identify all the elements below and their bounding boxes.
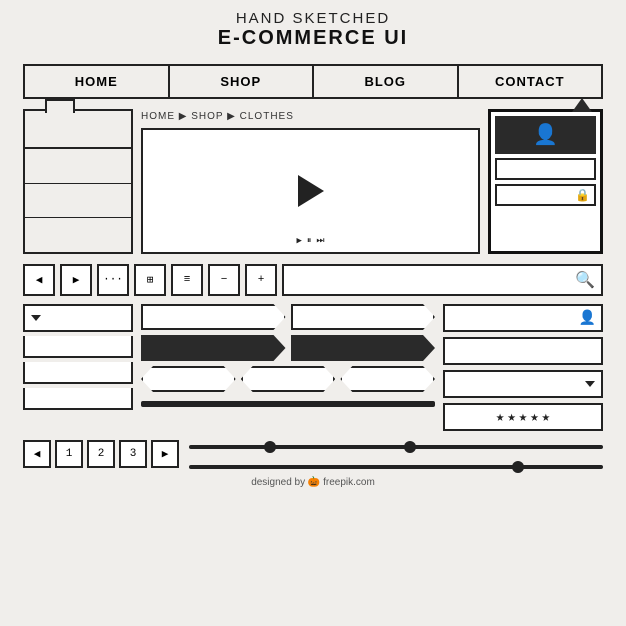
tag-hex-2[interactable] xyxy=(241,366,336,392)
slider-2[interactable] xyxy=(189,465,603,469)
login-password-input[interactable]: 🔒 xyxy=(495,184,596,206)
center-content: HOME ▶ SHOP ▶ CLOTHES ▶ ⏸ ⏭ xyxy=(141,109,480,254)
star-1: ★ xyxy=(496,409,504,426)
title-line1: HAND SKETCHED xyxy=(23,10,603,27)
lock-icon: 🔒 xyxy=(575,188,590,203)
dropdown-arrow-icon xyxy=(31,315,41,321)
rating-stars[interactable]: ★ ★ ★ ★ ★ xyxy=(443,403,603,431)
slider-1[interactable] xyxy=(189,445,603,449)
right-widgets: 👤 ★ ★ ★ ★ ★ xyxy=(443,304,603,431)
sidebar-row-1 xyxy=(25,149,131,184)
btn-plus[interactable]: + xyxy=(245,264,277,296)
tag-arrow-outline-2[interactable] xyxy=(291,304,436,330)
nav-shop[interactable]: SHOP xyxy=(170,66,315,97)
video-controls: ▶ ⏸ ⏭ xyxy=(296,236,324,246)
pagination-next[interactable]: ▶ xyxy=(151,440,179,468)
sidebar-row-3 xyxy=(25,218,131,252)
video-forward-icon: ⏭ xyxy=(316,236,324,246)
slider-1-dot-2[interactable] xyxy=(404,441,416,453)
dropdown-button[interactable] xyxy=(23,304,133,332)
btn-more[interactable]: ··· xyxy=(97,264,129,296)
tags-row-2 xyxy=(141,335,435,361)
center-widgets xyxy=(141,304,435,431)
divider-bar xyxy=(141,401,435,407)
login-username-input[interactable] xyxy=(495,158,596,180)
right-panel: 👤 🔒 xyxy=(488,109,603,254)
btn-minus[interactable]: − xyxy=(208,264,240,296)
panel-header: 👤 xyxy=(495,116,596,154)
slider-1-dot-1[interactable] xyxy=(264,441,276,453)
tag-hex-3[interactable] xyxy=(340,366,435,392)
tag-arrow-filled-2[interactable] xyxy=(291,335,436,361)
tag-hex-1[interactable] xyxy=(141,366,236,392)
sidebar-top xyxy=(23,109,133,149)
pagination-page-3[interactable]: 3 xyxy=(119,440,147,468)
slider-2-dot-1[interactable] xyxy=(512,461,524,473)
search-field[interactable]: 🔍 xyxy=(282,264,603,296)
star-3: ★ xyxy=(519,409,527,426)
pagination-page-1[interactable]: 1 xyxy=(55,440,83,468)
text-input-plain[interactable] xyxy=(443,337,603,365)
tags-row-3 xyxy=(141,366,435,392)
input-user-icon: 👤 xyxy=(579,310,596,327)
btn-grid[interactable]: ⊞ xyxy=(134,264,166,296)
sidebar-tab xyxy=(45,99,75,113)
video-pause-icon: ⏸ xyxy=(307,236,312,246)
footer: designed by 🎃 freepik.com xyxy=(23,477,603,488)
left-widgets xyxy=(23,304,133,431)
bottom-row: ◀ 1 2 3 ▶ xyxy=(23,439,603,469)
list-item-1[interactable] xyxy=(23,336,133,358)
nav-blog[interactable]: BLOG xyxy=(314,66,459,97)
sidebar-row-2 xyxy=(25,184,131,219)
main-section: HOME ▶ SHOP ▶ CLOTHES ▶ ⏸ ⏭ 👤 🔒 xyxy=(23,109,603,254)
title-area: HAND SKETCHED E-COMMERCE UI xyxy=(23,10,603,50)
nav-home[interactable]: HOME xyxy=(25,66,170,97)
tag-arrow-outline-1[interactable] xyxy=(141,304,286,330)
nav-bar: HOME SHOP BLOG CONTACT xyxy=(23,64,603,99)
user-avatar-icon: 👤 xyxy=(533,122,558,148)
video-player[interactable]: ▶ ⏸ ⏭ xyxy=(141,128,480,254)
video-seek-icon: ▶ xyxy=(296,236,301,246)
btn-play[interactable]: ▶ xyxy=(60,264,92,296)
btn-list[interactable]: ≡ xyxy=(171,264,203,296)
select-arrow-icon xyxy=(585,381,595,387)
text-input-user[interactable]: 👤 xyxy=(443,304,603,332)
left-sidebar xyxy=(23,109,133,254)
breadcrumb: HOME ▶ SHOP ▶ CLOTHES xyxy=(141,109,480,124)
sidebar-rows xyxy=(23,149,133,254)
sliders-area xyxy=(189,439,603,469)
pagination: ◀ 1 2 3 ▶ xyxy=(23,440,179,468)
pagination-page-2[interactable]: 2 xyxy=(87,440,115,468)
play-button-icon[interactable] xyxy=(298,175,324,207)
search-icon: 🔍 xyxy=(575,270,595,290)
widgets-area: 👤 ★ ★ ★ ★ ★ xyxy=(23,304,603,431)
controls-row: ◀ ▶ ··· ⊞ ≡ − + 🔍 xyxy=(23,264,603,296)
star-5: ★ xyxy=(542,409,550,426)
title-line2: E-COMMERCE UI xyxy=(23,27,603,50)
star-2: ★ xyxy=(507,409,515,426)
list-item-2[interactable] xyxy=(23,362,133,384)
btn-back[interactable]: ◀ xyxy=(23,264,55,296)
tag-arrow-filled-1[interactable] xyxy=(141,335,286,361)
footer-text: designed by 🎃 freepik.com xyxy=(251,477,375,488)
list-item-3[interactable] xyxy=(23,388,133,410)
panel-triangle xyxy=(572,98,592,112)
star-4: ★ xyxy=(530,409,538,426)
pagination-prev[interactable]: ◀ xyxy=(23,440,51,468)
nav-contact[interactable]: CONTACT xyxy=(459,66,602,97)
tags-row-1 xyxy=(141,304,435,330)
select-dropdown[interactable] xyxy=(443,370,603,398)
